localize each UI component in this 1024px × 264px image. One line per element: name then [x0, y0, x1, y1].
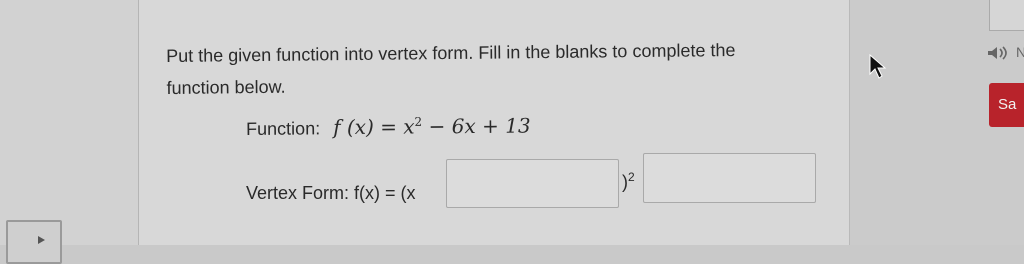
function-rest: − 6x + 13 — [422, 113, 531, 139]
left-panel — [0, 0, 139, 245]
vertex-form-prefix: f(x) = (x — [354, 183, 416, 203]
function-expression: f (x) = x2 − 6x + 13 — [333, 114, 531, 140]
vertex-k-input[interactable] — [643, 153, 816, 203]
function-label: Function: — [246, 118, 321, 139]
function-lhs: f (x) = x — [333, 114, 415, 140]
vertex-h-input[interactable] — [446, 159, 619, 208]
n-label: N — [1016, 44, 1024, 60]
play-triangle-icon — [38, 236, 45, 244]
vertex-form-exponent: 2 — [628, 170, 635, 184]
vertex-form-label: Vertex Form: — [246, 183, 350, 203]
vertex-form-row: Vertex Form: f(x) = (x — [246, 183, 416, 204]
arrow-cursor-icon — [869, 54, 887, 79]
function-row: Function: f (x) = x2 − 6x + 13 — [246, 114, 531, 140]
speaker-icon[interactable] — [986, 45, 1014, 61]
right-panel-top — [989, 0, 1024, 31]
left-nav-button[interactable] — [6, 220, 62, 264]
save-button[interactable]: Sa — [989, 83, 1024, 127]
vertex-form-square: )2 — [622, 170, 635, 193]
question-prompt: Put the given function into vertex form.… — [166, 33, 847, 104]
